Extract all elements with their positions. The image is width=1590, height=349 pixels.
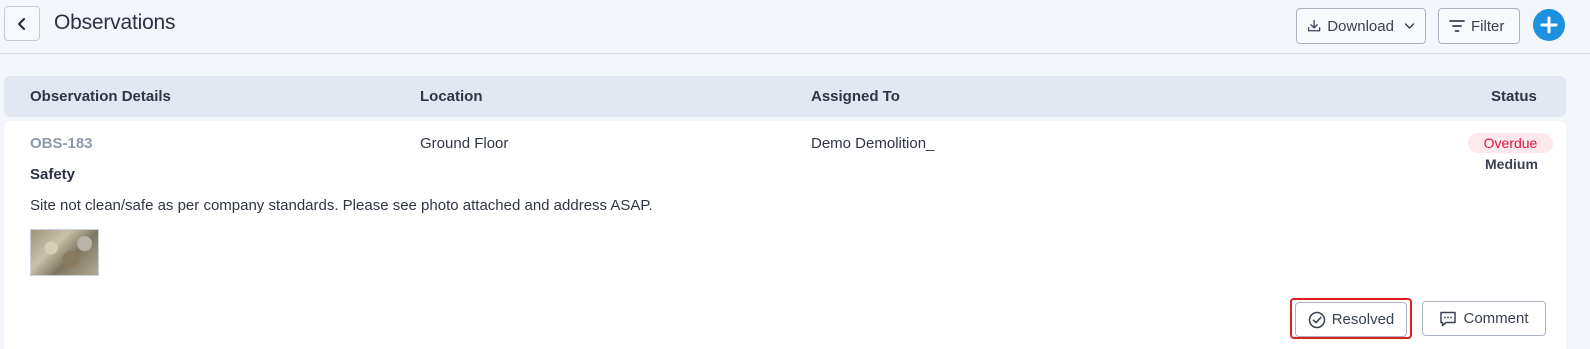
column-header-location: Location xyxy=(420,88,483,105)
column-header-status: Status xyxy=(1491,88,1537,105)
page-title: Observations xyxy=(54,11,176,34)
filter-label: Filter xyxy=(1471,17,1505,35)
observation-location: Ground Floor xyxy=(420,135,509,152)
download-icon xyxy=(1307,19,1321,32)
chevron-left-icon xyxy=(17,17,26,30)
column-header-assigned-to: Assigned To xyxy=(811,88,900,105)
priority-label: Medium xyxy=(1485,156,1538,172)
page-header: Observations Download Filter xyxy=(0,0,1590,54)
comment-label: Comment xyxy=(1463,310,1529,327)
plus-icon xyxy=(1540,16,1558,34)
check-circle-icon xyxy=(1308,311,1325,328)
filter-button[interactable]: Filter xyxy=(1438,8,1520,44)
observation-assignee: Demo Demolition_ xyxy=(811,135,935,152)
comment-button[interactable]: Comment xyxy=(1422,301,1546,336)
filter-icon xyxy=(1449,20,1465,32)
observation-description: Site not clean/safe as per company stand… xyxy=(30,197,653,214)
observation-category: Safety xyxy=(30,166,76,183)
download-button[interactable]: Download xyxy=(1296,8,1426,44)
add-observation-button[interactable] xyxy=(1533,9,1565,41)
observation-photo-thumbnail[interactable] xyxy=(30,229,99,276)
comment-icon xyxy=(1440,311,1457,326)
table-header: Observation Details Location Assigned To… xyxy=(4,76,1566,117)
status-badge: Overdue xyxy=(1468,133,1553,153)
column-header-details: Observation Details xyxy=(30,88,171,105)
resolved-label: Resolved xyxy=(1331,311,1395,328)
back-button[interactable] xyxy=(4,6,40,41)
resolved-button[interactable]: Resolved xyxy=(1295,302,1407,337)
chevron-down-icon xyxy=(1404,23,1415,29)
download-label: Download xyxy=(1327,17,1394,35)
observation-id-link[interactable]: OBS-183 xyxy=(30,135,93,152)
